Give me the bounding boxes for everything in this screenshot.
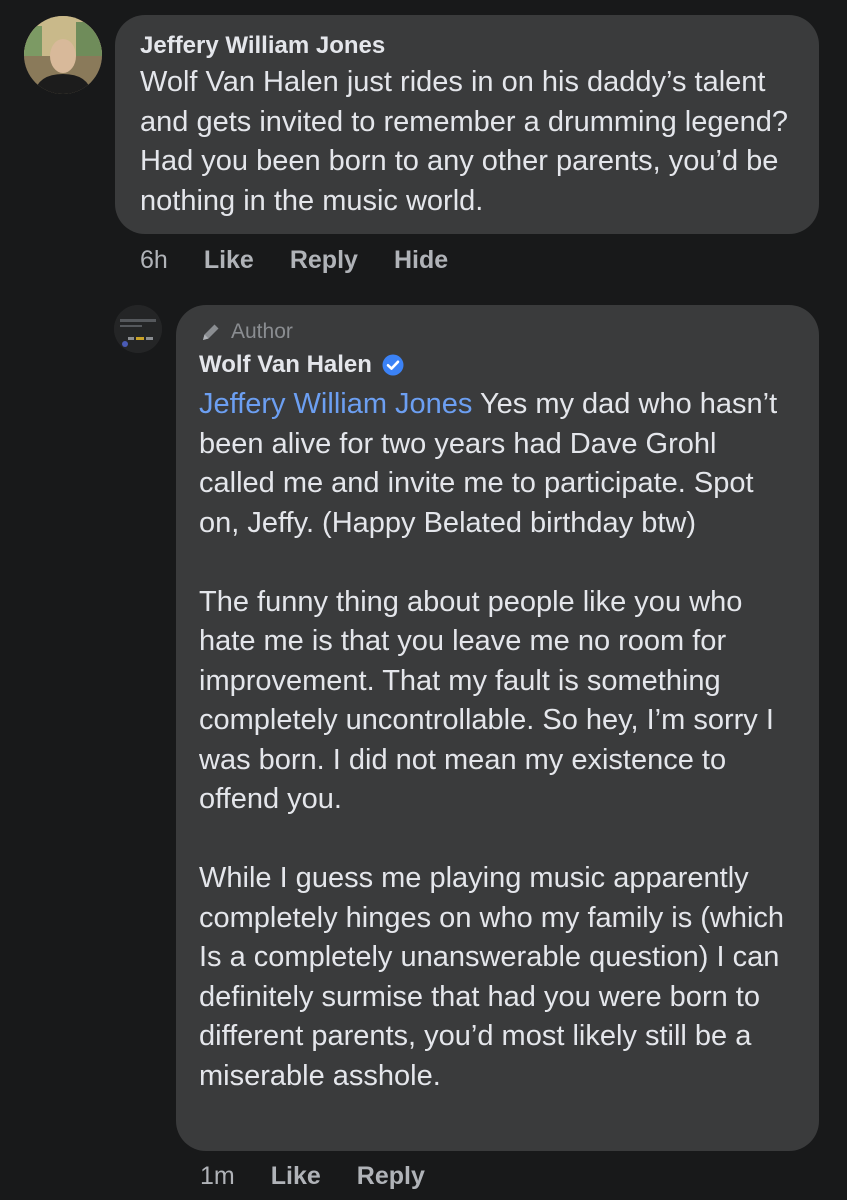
reply-button[interactable]: Reply — [290, 246, 358, 275]
reply-author-avatar[interactable] — [114, 305, 162, 353]
reply-timestamp[interactable]: 1m — [200, 1162, 235, 1191]
reply-paragraph-2: The funny thing about people like you wh… — [199, 585, 774, 816]
author-badge-label: Author — [231, 320, 293, 343]
reply-bubble: Author Wolf Van Halen Jeffery William Jo… — [176, 305, 819, 1151]
like-button[interactable]: Like — [204, 246, 254, 275]
commenter-name[interactable]: Jeffery William Jones — [140, 31, 795, 61]
comment-actions: 6h Like Reply Hide — [140, 243, 484, 277]
reply-paragraph-1: Jeffery William Jones Yes my dad who has… — [199, 385, 799, 543]
comment-timestamp[interactable]: 6h — [140, 246, 168, 275]
comment-text: Wolf Van Halen just rides in on his dadd… — [140, 66, 789, 217]
reply-author-row: Wolf Van Halen — [199, 349, 799, 381]
verified-badge-icon — [382, 354, 404, 376]
reply-text: Jeffery William Jones Yes my dad who has… — [199, 385, 799, 1096]
author-badge: Author — [199, 319, 799, 345]
reply-author-name[interactable]: Wolf Van Halen — [199, 350, 372, 380]
reply-actions: 1m Like Reply — [200, 1159, 461, 1193]
comment-bubble: Jeffery William Jones Wolf Van Halen jus… — [115, 15, 819, 234]
reply-reply-button[interactable]: Reply — [357, 1162, 425, 1191]
person-avatar-icon — [114, 305, 162, 353]
person-avatar-icon — [24, 16, 102, 94]
reply-like-button[interactable]: Like — [271, 1162, 321, 1191]
hide-button[interactable]: Hide — [394, 246, 448, 275]
commenter-avatar[interactable] — [24, 16, 102, 94]
pencil-icon — [203, 324, 219, 340]
mention-link[interactable]: Jeffery William Jones — [199, 388, 472, 420]
reply-paragraph-3: While I guess me playing music apparentl… — [199, 862, 785, 1092]
